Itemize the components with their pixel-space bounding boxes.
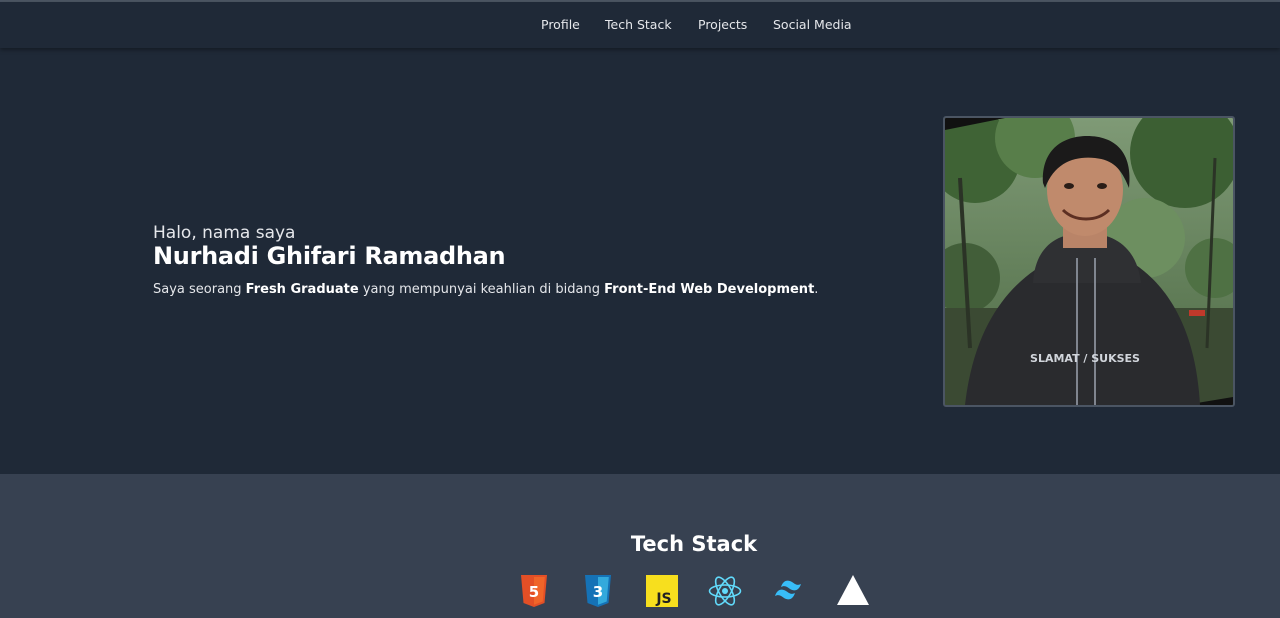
nav-link-profile[interactable]: Profile: [541, 17, 580, 32]
react-icon: [708, 576, 742, 606]
css3-icon: 3: [585, 575, 611, 607]
description-highlight-role: Fresh Graduate: [245, 282, 359, 297]
description-suffix: .: [814, 282, 819, 297]
nav-link-social-media[interactable]: Social Media: [773, 17, 852, 32]
css3-icon-label: 3: [593, 583, 603, 601]
tech-stack-section: Tech Stack 5 3 JS: [0, 474, 1280, 618]
javascript-icon-label: JS: [655, 591, 671, 607]
profile-photo: SLAMAT / SUKSES: [943, 116, 1235, 407]
description-prefix: Saya seorang: [153, 282, 246, 297]
greeting-text: Halo, nama saya: [153, 223, 296, 243]
javascript-icon: JS: [646, 575, 678, 607]
vercel-icon: [837, 575, 869, 605]
profile-photo-illustration: SLAMAT / SUKSES: [945, 118, 1233, 405]
tech-stack-title: Tech Stack: [630, 532, 758, 556]
nav-link-tech-stack[interactable]: Tech Stack: [605, 17, 672, 32]
html5-icon: 5: [521, 575, 547, 607]
nav-link-projects[interactable]: Projects: [698, 17, 747, 32]
description-middle: yang mempunyai keahlian di bidang: [358, 282, 605, 297]
profile-name: Nurhadi Ghifari Ramadhan: [153, 242, 506, 270]
shirt-text: SLAMAT / SUKSES: [1030, 352, 1140, 365]
profile-description: Saya seorang Fresh Graduate yang mempuny…: [153, 282, 818, 297]
html5-icon-label: 5: [529, 583, 539, 601]
tailwind-icon: [775, 580, 801, 600]
description-highlight-skill: Front-End Web Development: [604, 282, 815, 297]
hero-section: Halo, nama saya Nurhadi Ghifari Ramadhan…: [0, 48, 1280, 474]
navbar: Profile Tech Stack Projects Social Media: [0, 2, 1280, 48]
